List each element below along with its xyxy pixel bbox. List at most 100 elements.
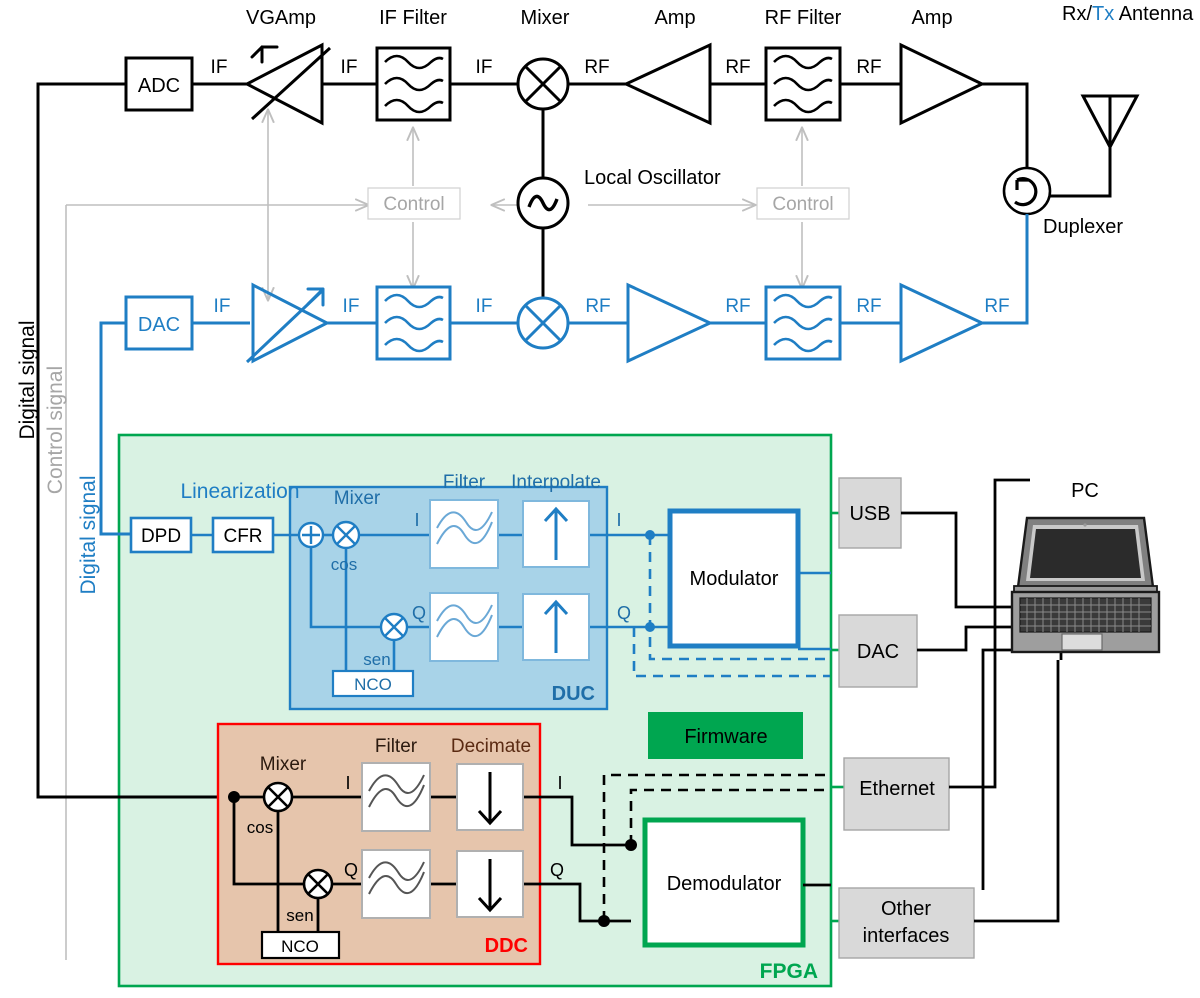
- tx-label-if2: IF: [343, 296, 360, 317]
- duc-label: DUC: [552, 683, 595, 705]
- amp1-title-rx: Amp: [654, 7, 695, 29]
- rx-label-rf1: RF: [584, 57, 609, 78]
- rx-label-if3: IF: [476, 57, 493, 78]
- demodulator-block: Demodulator: [642, 817, 806, 948]
- demodulator-label: Demodulator: [667, 873, 782, 895]
- antenna-label-rx: Rx: [1062, 3, 1086, 25]
- antenna-label: Rx/Tx Antenna: [1062, 3, 1194, 25]
- usb-interface-block: USB: [838, 477, 902, 549]
- modulator-label: Modulator: [690, 568, 779, 590]
- duc-mixer-q: [379, 612, 409, 642]
- laptop-icon: [1010, 516, 1161, 654]
- dac-block-tx: DAC: [124, 295, 194, 351]
- side-label-digital-blue: Digital signal: [77, 475, 100, 594]
- mixer-block-tx: [516, 296, 570, 350]
- duc-filter-title: Filter: [443, 472, 486, 493]
- ddc-label: DDC: [485, 935, 528, 957]
- rf-filter-block-tx: [764, 285, 842, 361]
- ddc-i-out-label: I: [557, 773, 562, 793]
- duc-q-in-label: Q: [412, 603, 426, 623]
- ddc-decimate-q: [456, 850, 524, 918]
- ddc-q-in-label: Q: [344, 860, 358, 880]
- cfr-block: CFR: [211, 516, 275, 554]
- ddc-nco-block: NCO: [260, 930, 341, 960]
- diagram-canvas: Control Control FPGA ADC VGAmp IF Filter…: [0, 0, 1200, 998]
- ddc-cos-label: cos: [247, 818, 273, 837]
- duc-mixer-title: Mixer: [334, 488, 381, 509]
- local-oscillator-label: Local Oscillator: [584, 167, 721, 189]
- duc-mixer-i: [331, 520, 361, 550]
- duc-interpolate-i: [522, 500, 590, 568]
- ddc-sen-label: sen: [286, 906, 313, 925]
- duc-sen-label: sen: [363, 650, 390, 669]
- tx-label-if1: IF: [214, 296, 231, 317]
- ddc-filter-title: Filter: [375, 736, 418, 757]
- duc-adder: [297, 521, 325, 549]
- antenna-icon: [1080, 94, 1140, 151]
- ethernet-label: Ethernet: [859, 778, 935, 800]
- dpd-block: DPD: [129, 516, 193, 554]
- duc-cos-label: cos: [331, 555, 357, 574]
- rx-label-rf3: RF: [856, 57, 881, 78]
- modulator-block: Modulator: [667, 508, 801, 649]
- amp-block-tx-1: [626, 282, 714, 364]
- control-tx-label: Control: [772, 194, 833, 215]
- ddc-nco-label: NCO: [281, 937, 319, 956]
- local-oscillator-block: [516, 176, 570, 230]
- vgamp-block-rx: [243, 42, 332, 126]
- tx-label-rf1: RF: [585, 296, 610, 317]
- ddc-i-in-label: I: [345, 773, 350, 793]
- duplexer-block: [1002, 166, 1052, 216]
- side-label-control: Control signal: [44, 366, 67, 494]
- vgamp-block-tx: [245, 282, 331, 364]
- adc-block: ADC: [124, 56, 194, 112]
- pc-label: PC: [1071, 480, 1099, 502]
- duc-interpolate-title: Interpolate: [511, 472, 601, 493]
- antenna-label-tx: Tx: [1092, 3, 1114, 25]
- side-label-digital-black: Digital signal: [16, 320, 39, 439]
- dac-interface-label: DAC: [857, 641, 899, 663]
- duc-q-out-label: Q: [617, 603, 631, 623]
- duc-filter-q: [429, 592, 499, 662]
- adc-label: ADC: [138, 75, 180, 97]
- rx-label-rf2: RF: [725, 57, 750, 78]
- amp-block-rx-1: [622, 42, 712, 126]
- interface-green-stubs: [831, 511, 844, 923]
- tx-label-rf4: RF: [984, 296, 1009, 317]
- firmware-label: Firmware: [684, 726, 767, 748]
- ddc-mixer-i: [262, 781, 294, 813]
- ddc-decimate-title: Decimate: [451, 736, 531, 757]
- ddc-input-junction: [228, 791, 240, 803]
- control-box-rx: Control: [367, 187, 461, 220]
- duc-interpolate-q: [522, 593, 590, 661]
- usb-label: USB: [849, 503, 890, 525]
- mixer-title-rx: Mixer: [521, 7, 570, 29]
- dpd-label: DPD: [141, 526, 181, 547]
- amp-block-rx-2: [899, 42, 986, 126]
- if-filter-block-tx: [375, 285, 452, 361]
- amp2-title-rx: Amp: [911, 7, 952, 29]
- dac-label-tx: DAC: [138, 314, 180, 336]
- vgamp-title-rx: VGAmp: [246, 7, 316, 29]
- rx-label-if1: IF: [211, 57, 228, 78]
- duc-i-in-label: I: [414, 510, 419, 530]
- ddc-q-out-label: Q: [550, 860, 564, 880]
- ddc-filter-q: [361, 849, 431, 919]
- duc-i-out-label: I: [616, 510, 621, 530]
- amp-block-tx-2: [899, 282, 986, 364]
- firmware-block: Firmware: [648, 712, 803, 759]
- ddc-mixer-q: [302, 868, 334, 900]
- rf-filter-block-rx: [764, 46, 842, 122]
- ethernet-interface-block: Ethernet: [843, 757, 950, 831]
- if-filter-title-rx: IF Filter: [379, 7, 447, 29]
- control-box-tx: Control: [756, 187, 850, 220]
- antenna-label-suffix: Antenna: [1114, 3, 1194, 25]
- tx-label-rf2: RF: [725, 296, 750, 317]
- other-interfaces-label-1: Other: [881, 898, 931, 920]
- cfr-label: CFR: [223, 526, 262, 547]
- fpga-label: FPGA: [760, 960, 818, 983]
- other-interfaces-block: Other interfaces: [838, 887, 975, 959]
- control-rx-label: Control: [383, 194, 444, 215]
- linearization-title: Linearization: [180, 480, 299, 503]
- rx-label-if2: IF: [341, 57, 358, 78]
